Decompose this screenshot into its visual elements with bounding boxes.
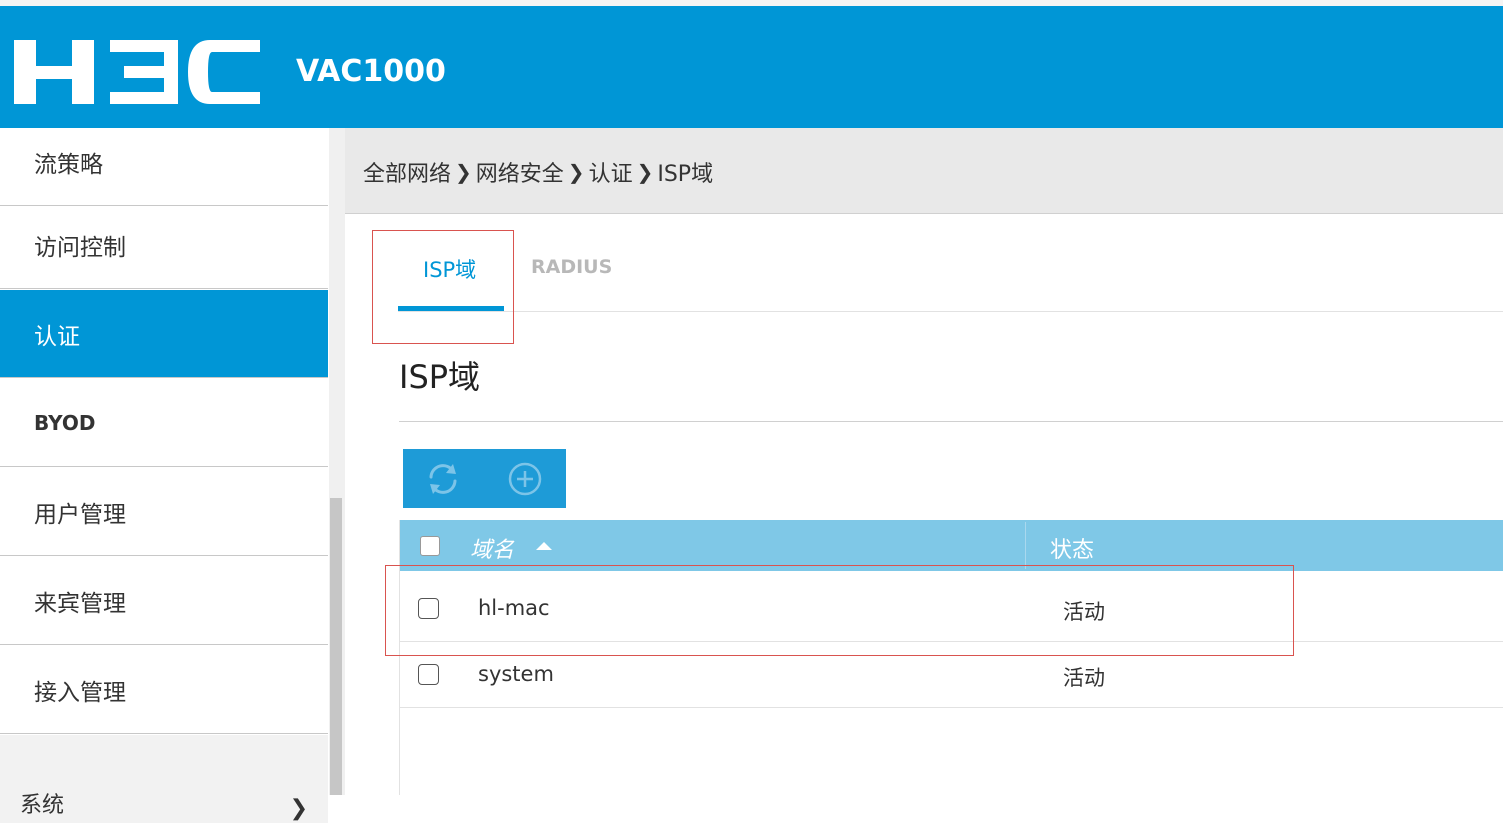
select-all-checkbox[interactable] (420, 536, 440, 556)
sidebar-item-authentication[interactable]: 认证 (0, 290, 328, 378)
table-toolbar (403, 449, 566, 508)
sidebar-item-flow-policy[interactable]: 流策略 (0, 118, 328, 206)
chevron-right-icon: ❯ (289, 796, 308, 821)
breadcrumb-item-authentication[interactable]: 认证 (589, 156, 633, 188)
sidebar-item-label: 接入管理 (34, 679, 126, 706)
sidebar-item-byod[interactable]: BYOD (0, 379, 328, 467)
sidebar-scroll-thumb[interactable] (330, 498, 342, 795)
sidebar-item-label: 访问控制 (34, 234, 126, 261)
sidebar-item-label: 来宾管理 (34, 590, 126, 617)
sidebar-item-system[interactable]: 系统 ❯ (0, 735, 328, 823)
product-name: VAC1000 (296, 54, 446, 89)
column-header-status[interactable]: 状态 (1050, 532, 1094, 564)
sidebar-item-user-management[interactable]: 用户管理 (0, 468, 328, 556)
title-divider (399, 421, 1503, 422)
chevron-right-icon: ❯ (455, 160, 472, 184)
sidebar-item-label: BYOD (34, 410, 96, 435)
refresh-icon[interactable] (423, 459, 463, 499)
tab-bar: ISP域 RADIUS (398, 230, 1503, 312)
breadcrumb-bar: 全部网络 ❯ 网络安全 ❯ 认证 ❯ ISP域 (345, 128, 1503, 214)
status-cell: 活动 (1063, 666, 1105, 690)
sidebar-item-access-management[interactable]: 接入管理 (0, 646, 328, 734)
sort-ascending-icon[interactable] (536, 542, 552, 550)
h3c-logo (14, 40, 260, 104)
highlight-box-tab (372, 230, 514, 344)
column-header-domain-name[interactable]: 域名 (470, 532, 514, 564)
table-header: 域名 状态 (400, 520, 1503, 571)
sidebar-item-access-control[interactable]: 访问控制 (0, 201, 328, 289)
top-header-bar: VAC1000 (0, 0, 1503, 128)
sidebar-item-label: 系统 (20, 793, 65, 818)
breadcrumb-item-all-networks[interactable]: 全部网络 (363, 156, 451, 188)
tab-radius[interactable]: RADIUS (531, 256, 612, 278)
sidebar-nav: 流策略 访问控制 认证 BYOD 用户管理 来宾管理 接入管理 系统 ❯ (0, 128, 345, 823)
chevron-right-icon: ❯ (636, 160, 654, 184)
breadcrumb: 全部网络 ❯ 网络安全 ❯ 认证 ❯ ISP域 (363, 156, 713, 188)
row-checkbox[interactable] (418, 664, 439, 685)
page-title: ISP域 (399, 358, 481, 396)
sidebar-item-label: 认证 (34, 323, 80, 350)
sidebar-scrollbar[interactable] (329, 128, 345, 795)
sidebar-item-label: 用户管理 (34, 501, 126, 528)
sidebar-item-label: 流策略 (34, 151, 103, 178)
sidebar-item-guest-management[interactable]: 来宾管理 (0, 557, 328, 645)
domain-name-cell: system (478, 662, 554, 686)
column-divider (1025, 522, 1026, 569)
add-circle-icon[interactable] (505, 459, 545, 499)
chevron-right-icon: ❯ (567, 160, 585, 184)
breadcrumb-item-isp-domain: ISP域 (657, 162, 714, 187)
highlight-box-row (385, 565, 1294, 656)
breadcrumb-item-network-security[interactable]: 网络安全 (476, 156, 564, 188)
